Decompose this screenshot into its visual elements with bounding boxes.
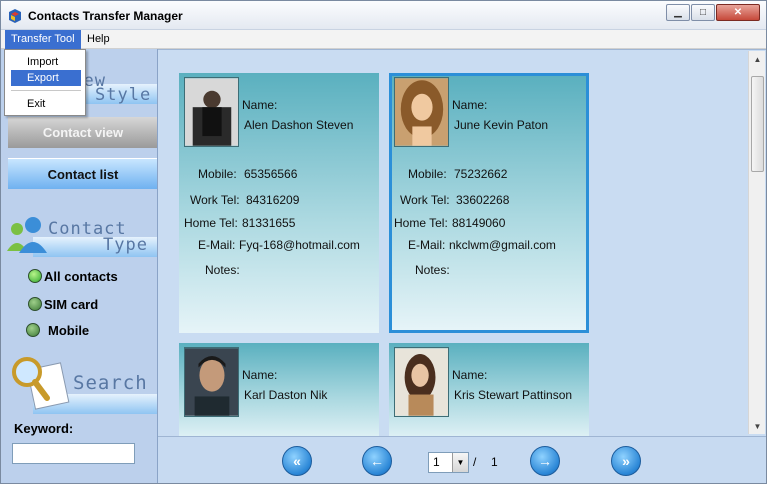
contact-work-label: Work Tel: xyxy=(190,193,240,207)
contact-email-label: E-Mail: xyxy=(408,238,446,252)
contact-mobile: 65356566 xyxy=(244,167,298,181)
search-magnifier-icon xyxy=(12,357,70,410)
scroll-up-icon[interactable]: ▲ xyxy=(749,51,766,67)
keyword-input[interactable] xyxy=(12,443,135,464)
contact-photo xyxy=(184,77,239,147)
type-mobile-label: Mobile xyxy=(48,322,90,338)
page-select-value: 1 xyxy=(433,455,440,469)
first-page-icon: « xyxy=(293,453,301,469)
contact-home: 81331655 xyxy=(242,216,296,230)
contact-photo xyxy=(394,77,449,147)
pager-bar: « ← 1 ▼ / 1 → » xyxy=(158,436,766,483)
contact-name-label: Name: xyxy=(452,368,488,382)
contact-notes-label: Notes: xyxy=(415,263,450,277)
type-all-contacts-label: All contacts xyxy=(44,268,118,284)
type-sim-card[interactable]: SIM card xyxy=(28,296,98,312)
page-select[interactable]: 1 ▼ xyxy=(428,452,469,473)
menu-transfer-tool[interactable]: Transfer Tool xyxy=(5,30,81,49)
radio-icon xyxy=(26,323,40,337)
menu-item-import[interactable]: Import xyxy=(11,54,81,70)
radio-icon xyxy=(28,297,42,311)
contact-list-button[interactable]: Contact list xyxy=(8,158,157,189)
contact-card[interactable]: Name: Alen Dashon Steven Mobile: 6535656… xyxy=(179,73,379,333)
menu-item-export[interactable]: Export xyxy=(11,70,81,86)
contact-photo xyxy=(394,347,449,417)
last-page-button[interactable]: » xyxy=(611,446,641,476)
scroll-down-icon[interactable]: ▼ xyxy=(749,418,766,434)
contact-name-label: Name: xyxy=(452,98,488,112)
contact-home-label: Home Tel: xyxy=(394,216,448,230)
contact-email: Fyq-168@hotmail.com xyxy=(239,238,360,252)
window-title: Contacts Transfer Manager xyxy=(28,9,183,23)
contact-mobile-label: Mobile: xyxy=(198,167,237,181)
contact-cards-area: Name: Alen Dashon Steven Mobile: 6535656… xyxy=(158,49,766,436)
close-icon: ✕ xyxy=(733,7,743,18)
contact-name: Alen Dashon Steven xyxy=(244,118,354,132)
contact-mobile-label: Mobile: xyxy=(408,167,447,181)
previous-page-icon: ← xyxy=(370,453,384,469)
menu-item-exit[interactable]: Exit xyxy=(11,96,81,112)
type-sim-card-label: SIM card xyxy=(44,296,99,312)
menu-help[interactable]: Help xyxy=(81,30,116,49)
type-all-contacts[interactable]: All contacts xyxy=(28,268,118,284)
contact-email-label: E-Mail: xyxy=(198,238,236,252)
contact-card-selected[interactable]: Name: June Kevin Paton Mobile: 75232662 … xyxy=(389,73,589,333)
previous-page-button[interactable]: ← xyxy=(362,446,392,476)
search-word: Search xyxy=(73,372,148,394)
contact-type-word2: Type xyxy=(103,235,148,255)
maximize-button[interactable]: □ xyxy=(691,4,715,21)
scroll-thumb[interactable] xyxy=(751,76,764,172)
contact-view-button[interactable]: Contact view xyxy=(8,117,157,148)
first-page-button[interactable]: « xyxy=(282,446,312,476)
window-controls: ▁ □ ✕ xyxy=(665,4,760,21)
contact-photo xyxy=(184,347,239,417)
contact-home: 88149060 xyxy=(452,216,506,230)
contact-card[interactable]: Name: Kris Stewart Pattinson xyxy=(389,343,589,436)
menu-bar: Transfer Tool Help xyxy=(1,30,766,49)
close-button[interactable]: ✕ xyxy=(716,4,760,21)
view-style-word2: Style xyxy=(95,85,152,105)
contact-name: Kris Stewart Pattinson xyxy=(454,388,573,402)
contact-notes-label: Notes: xyxy=(205,263,240,277)
maximize-icon: □ xyxy=(699,7,707,18)
contact-card[interactable]: Name: Karl Daston Nik xyxy=(179,343,379,436)
keyword-label: Keyword: xyxy=(14,421,74,436)
contact-email: nkclwm@gmail.com xyxy=(449,238,556,252)
contact-mobile: 75232662 xyxy=(454,167,508,181)
contacts-people-icon xyxy=(7,217,47,253)
contact-home-label: Home Tel: xyxy=(184,216,238,230)
contact-work-label: Work Tel: xyxy=(400,193,450,207)
contact-name: Karl Daston Nik xyxy=(244,388,328,402)
type-mobile[interactable]: Mobile xyxy=(26,322,89,338)
last-page-icon: » xyxy=(622,453,630,469)
contact-name-label: Name: xyxy=(242,368,278,382)
transfer-tool-dropdown: Import Export Exit xyxy=(4,49,86,116)
menu-separator xyxy=(11,90,81,91)
minimize-icon: ▁ xyxy=(674,7,682,18)
vertical-scrollbar[interactable]: ▲ ▼ xyxy=(748,51,765,434)
contact-name-label: Name: xyxy=(242,98,278,112)
contact-type-header: Contact Type xyxy=(1,213,157,259)
contact-work: 84316209 xyxy=(246,193,300,207)
search-header: Search xyxy=(1,354,157,414)
minimize-button[interactable]: ▁ xyxy=(666,4,690,21)
total-pages: 1 xyxy=(491,455,498,469)
chevron-down-icon[interactable]: ▼ xyxy=(452,453,468,472)
app-window: Contacts Transfer Manager ▁ □ ✕ Transfer… xyxy=(0,0,767,484)
radio-selected-icon xyxy=(28,269,42,283)
app-logo-icon xyxy=(9,9,21,23)
next-page-icon: → xyxy=(538,453,552,469)
contact-work: 33602268 xyxy=(456,193,510,207)
page-separator: / xyxy=(473,455,477,469)
title-bar: Contacts Transfer Manager ▁ □ ✕ xyxy=(1,1,766,30)
next-page-button[interactable]: → xyxy=(530,446,560,476)
contact-name: June Kevin Paton xyxy=(454,118,549,132)
